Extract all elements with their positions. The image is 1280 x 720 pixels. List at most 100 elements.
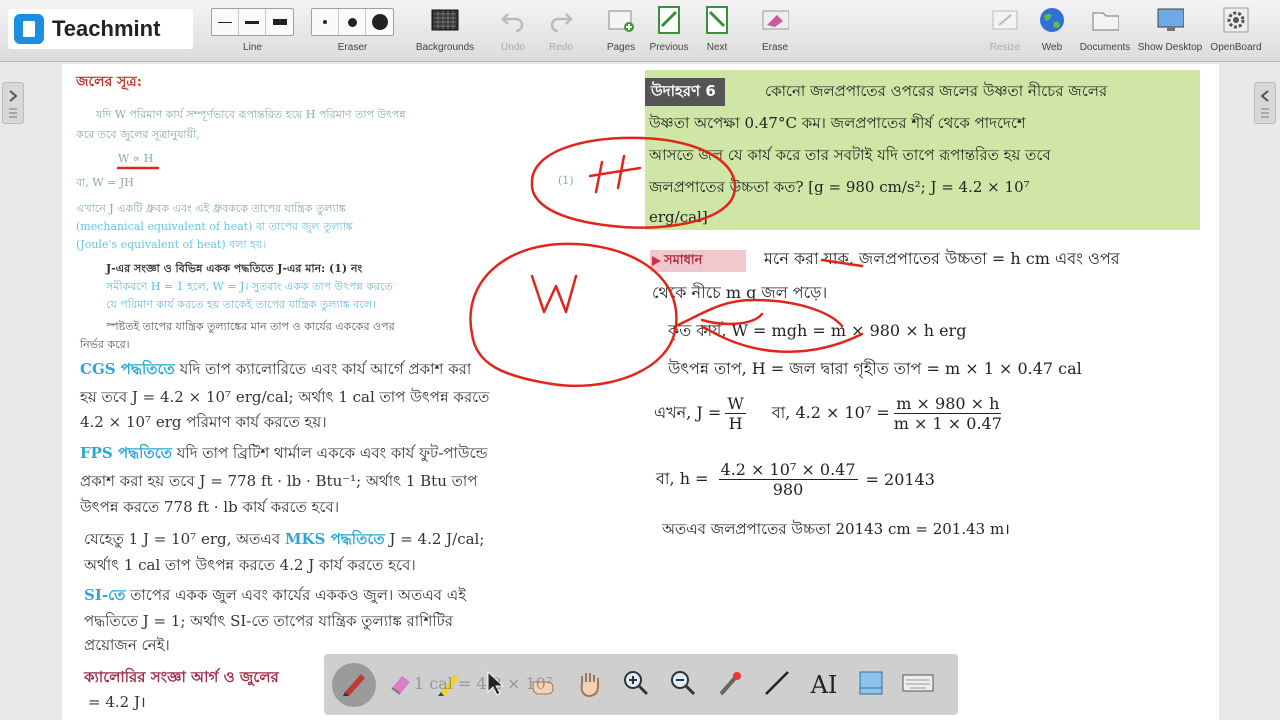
documents-label: Documents	[1079, 42, 1131, 53]
next-page-icon	[703, 6, 731, 34]
example-line: আসতে জল যে কার্য করে তার সবটাই যদি তাপে …	[649, 146, 1051, 164]
teachmint-logo-icon	[14, 14, 44, 44]
denominator: m × 1 × 0.47	[893, 414, 1002, 433]
brand-name: Teachmint	[52, 16, 161, 41]
zoom-in-button[interactable]	[614, 663, 658, 707]
right-panel-toggle[interactable]	[1254, 82, 1276, 124]
erase-label: Erase	[761, 42, 789, 53]
numerator: m × 980 × h	[894, 394, 1002, 414]
zoom-out-icon	[668, 668, 698, 702]
cgs-heading: CGS পদ্ধতিতে	[80, 360, 175, 378]
book-line: যেহেতু 1 J = 10⁷ erg, অতএব	[84, 530, 285, 548]
line-thick-button[interactable]	[266, 9, 293, 35]
book-line: পদ্ধতিতে J = 1; অর্থাৎ SI-তে তাপের যান্ত…	[84, 612, 454, 630]
left-panel-toggle[interactable]	[2, 82, 24, 124]
text-tool-button[interactable]: AI	[802, 663, 846, 707]
backgrounds-icon	[431, 6, 459, 34]
redo-button[interactable]: Redo	[528, 6, 594, 53]
joule-law-heading: জলের সূত্র:	[76, 74, 142, 90]
cgs-paragraph: CGS পদ্ধতিতে যদি তাপ ক্যালোরিতে এবং কার্…	[80, 358, 471, 383]
openboard-label: OpenBoard	[1210, 42, 1262, 53]
fraction-work-over-heat: m × 980 × hm × 1 × 0.47	[894, 394, 1002, 433]
eraser-label: Eraser	[337, 42, 368, 53]
eraser-size-group: Eraser	[311, 8, 394, 53]
book-line: (mechanical equivalent of heat) বা তাপের…	[76, 220, 353, 233]
book-line: = 4.2 J।	[88, 693, 146, 711]
next-button[interactable]: Next	[684, 6, 750, 53]
numerator: 4.2 × 10⁷ × 0.47	[718, 460, 858, 480]
example-line: কোনো জলপ্রপাতের ওপরের জলের উষ্ণতা নীচের …	[765, 82, 1108, 100]
keyboard-icon	[902, 671, 934, 699]
erase-button[interactable]: Erase	[742, 6, 808, 53]
text-icon: AI	[810, 670, 838, 699]
eraser-icon	[386, 668, 416, 702]
j-definition-heading: J-এর সংজ্ঞা ও বিভিন্ন একক পদ্ধতিতে J-এর …	[106, 262, 363, 275]
eraser-small-button[interactable]	[312, 9, 339, 35]
j-equation: এখন, J = WH বা, 4.2 × 10⁷ = m × 980 × hm…	[654, 394, 1006, 433]
redo-icon	[547, 6, 575, 34]
laser-pointer-button[interactable]	[708, 663, 752, 707]
h-result: = 20143	[865, 470, 935, 489]
mks-paragraph: যেহেতু 1 J = 10⁷ erg, অতএব MKS পদ্ধতিতে …	[84, 528, 484, 553]
book-line: যদি W পরিমাণ কার্য সম্পূর্ণভাবে রূপান্তর…	[96, 108, 406, 121]
next-label: Next	[706, 42, 728, 53]
book-line: (Joule's equivalent of heat) বলা হয়।	[76, 238, 267, 251]
undo-label: Undo	[501, 42, 525, 53]
book-line: J = 4.2 J/cal;	[384, 530, 485, 548]
pages-icon	[607, 6, 635, 34]
calorie-heading: ক্যালোরির সংজ্ঞা আর্গ ও জুলের	[84, 668, 279, 686]
book-line: করে তবে জুলের সূত্রানুযায়ী,	[76, 128, 200, 141]
book-formula: W ∝ H	[118, 152, 154, 165]
book-line: যে পরিমাণ কার্য করতে হয় তাকেই তাপের যান…	[106, 298, 376, 311]
resize-icon	[991, 6, 1019, 34]
laser-pointer-icon	[715, 668, 745, 702]
top-toolbar: Teachmint Line Eraser Backgrounds Undo R…	[0, 0, 1280, 62]
si-paragraph: SI-তে তাপের একক জুল এবং কার্যের এককও জুল…	[84, 584, 466, 609]
show-desktop-label: Show Desktop	[1137, 42, 1203, 53]
eq-middle: বা, 4.2 × 10⁷ =	[771, 403, 890, 422]
show-desktop-button[interactable]: Show Desktop	[1137, 6, 1203, 53]
monitor-icon	[1156, 6, 1184, 34]
example-line: উষ্ণতা অপেক্ষা 0.47°C কম। জলপ্রপাতের শীর…	[649, 114, 1026, 132]
eraser-medium-button[interactable]	[339, 9, 366, 35]
book-line: হয় তবে J = 4.2 × 10⁷ erg/cal; অর্থাৎ 1 …	[80, 388, 490, 406]
previous-page-icon	[655, 6, 683, 34]
backgrounds-button[interactable]: Backgrounds	[412, 6, 478, 53]
drawing-toolbar: 1 cal = 4.2 × 10⁷ AI	[324, 654, 958, 715]
eq-prefix: এখন, J =	[654, 403, 722, 422]
openboard-button[interactable]: OpenBoard	[1203, 6, 1269, 53]
fraction-w-over-h: WH	[725, 394, 746, 433]
hand-tool-button[interactable]	[567, 663, 611, 707]
work-done-line: কৃত কার্য, W = mgh = m × 980 × h erg	[668, 321, 967, 340]
line-label: Line	[243, 42, 262, 53]
line-thin-button[interactable]	[212, 9, 239, 35]
line-medium-button[interactable]	[239, 9, 266, 35]
book-line: প্রকাশ করা হয় তবে J = 778 ft · lb · Btu…	[80, 472, 478, 490]
solution-line: থেকে নীচে m g জল পড়ে।	[652, 283, 828, 302]
pen-icon	[339, 668, 369, 702]
example-line: জলপ্রপাতের উচ্চতা কত? [g = 980 cm/s²; J …	[649, 178, 1030, 196]
erase-icon	[761, 6, 789, 34]
line-tool-button[interactable]	[755, 663, 799, 707]
board-page[interactable]: জলের সূত্র: যদি W পরিমাণ কার্য সম্পূর্ণভ…	[62, 64, 1219, 720]
capture-tool-button[interactable]	[849, 663, 893, 707]
pages-label: Pages	[606, 42, 636, 53]
zoom-in-icon	[621, 668, 651, 702]
denominator: H	[728, 414, 743, 433]
undo-icon	[499, 6, 527, 34]
solution-line: মনে করা যাক, জলপ্রপাতের উচ্চতা = h cm এব…	[764, 249, 1120, 268]
globe-icon	[1038, 6, 1066, 34]
book-line: প্রয়োজন নেই।	[84, 636, 170, 654]
book-line: অর্থাৎ 1 cal তাপ উৎপন্ন করতে 4.2 J কার্য…	[84, 556, 416, 574]
redo-label: Redo	[549, 42, 573, 53]
documents-button[interactable]: Documents	[1072, 6, 1138, 53]
eq-prefix: বা, h =	[656, 469, 709, 488]
book-line: স্পষ্টতই তাপের যান্ত্রিক তুল্যাঙ্কের মান…	[106, 320, 395, 333]
grab-hand-icon	[574, 668, 604, 702]
zoom-out-button[interactable]	[661, 663, 705, 707]
line-icon	[762, 668, 792, 702]
keyboard-button[interactable]	[896, 663, 940, 707]
capture-icon	[856, 668, 886, 702]
eraser-large-button[interactable]	[366, 9, 393, 35]
pen-tool-button[interactable]	[332, 662, 376, 707]
